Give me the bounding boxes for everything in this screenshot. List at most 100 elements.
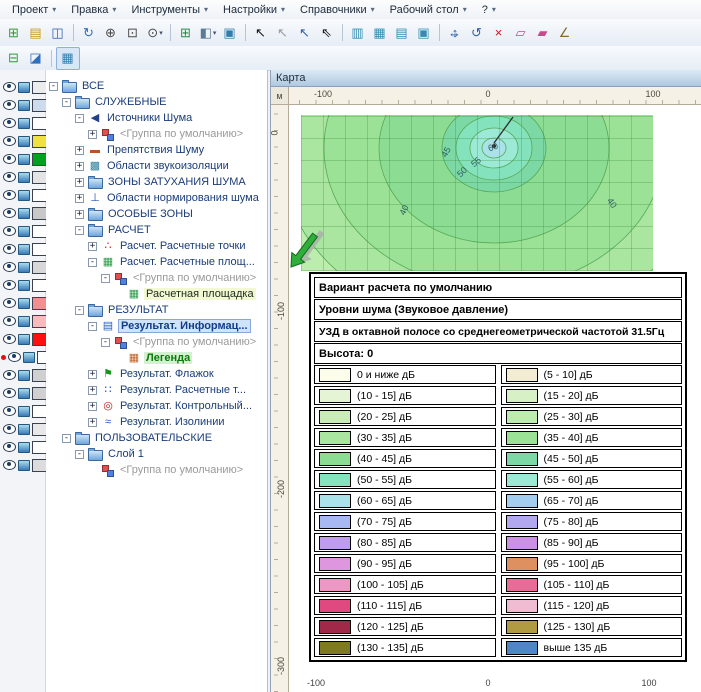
map-canvas[interactable]: 60 55 50 45 40 40 Вариант расчета по умо… — [289, 105, 701, 692]
print-layer-icon[interactable] — [18, 298, 30, 309]
new-document-icon[interactable]: ⊞ — [3, 22, 25, 43]
tree-item[interactable]: ▦ Расчетная площадка — [46, 286, 267, 302]
tree-item[interactable]: - <Группа по умолчанию> — [46, 334, 267, 350]
add-object-icon[interactable]: ⊞ — [175, 22, 197, 43]
print-layer-icon[interactable] — [18, 100, 30, 111]
print-layer-icon[interactable] — [18, 172, 30, 183]
menu-item[interactable]: Правка — [64, 2, 124, 18]
duplicate-object-icon[interactable]: ▦ — [369, 22, 391, 43]
print-layer-icon[interactable] — [18, 244, 30, 255]
menu-item[interactable]: Настройки — [216, 2, 293, 18]
tree-item[interactable]: - СЛУЖЕБНЫЕ — [46, 94, 267, 110]
tree-item[interactable]: + ЗОНЫ ЗАТУХАНИЯ ШУМА — [46, 174, 267, 190]
print-layer-icon[interactable] — [18, 136, 30, 147]
tree-item[interactable]: - ВСЕ — [46, 78, 267, 94]
tree-expander[interactable]: + — [88, 418, 97, 427]
rotate-object-icon[interactable]: ↺ — [466, 22, 488, 43]
tree-expander[interactable]: - — [101, 338, 110, 347]
menu-item[interactable]: Справочники — [293, 2, 383, 18]
visibility-eye-icon[interactable] — [3, 442, 16, 452]
tree-item[interactable]: - <Группа по умолчанию> — [46, 270, 267, 286]
style-picker-icon[interactable]: ◧ ▾ — [197, 22, 219, 43]
tree-expander[interactable]: + — [88, 242, 97, 251]
tree-item[interactable]: + ⊥ Области нормирования шума — [46, 190, 267, 206]
open-document-icon[interactable]: ▤ — [25, 22, 47, 43]
delete-object-icon[interactable]: × — [488, 22, 510, 43]
print-layer-icon[interactable] — [18, 406, 30, 417]
views-icon[interactable]: ▣ — [219, 22, 241, 43]
tree-expander[interactable]: + — [88, 130, 97, 139]
tree-item[interactable]: + ∴ Расчет. Расчетные точки — [46, 238, 267, 254]
measure-icon[interactable]: ∠ — [554, 22, 576, 43]
tree-expander[interactable]: - — [75, 450, 84, 459]
tree-item[interactable]: - РЕЗУЛЬТАТ — [46, 302, 267, 318]
visibility-eye-icon[interactable] — [3, 280, 16, 290]
tree-item[interactable]: + ⚑ Результат. Флажок — [46, 366, 267, 382]
save-icon[interactable]: ◫ — [47, 22, 69, 43]
visibility-eye-icon[interactable] — [3, 100, 16, 110]
visibility-eye-icon[interactable] — [3, 172, 16, 182]
refresh-icon[interactable]: ↻ — [78, 22, 100, 43]
eraser-icon[interactable]: ◪ — [25, 48, 47, 69]
visibility-eye-icon[interactable] — [3, 190, 16, 200]
tree-expander[interactable]: + — [75, 194, 84, 203]
tree-expander[interactable]: + — [75, 210, 84, 219]
visibility-eye-icon[interactable] — [3, 136, 16, 146]
tree-expander[interactable]: + — [88, 370, 97, 379]
print-layer-icon[interactable] — [18, 280, 30, 291]
tree-item[interactable]: - ◀ Источники Шума — [46, 110, 267, 126]
tree-expander[interactable]: + — [88, 386, 97, 395]
visibility-eye-icon[interactable] — [3, 316, 16, 326]
align-objects-icon[interactable]: ▣ — [413, 22, 435, 43]
menu-item[interactable]: Рабочий стол — [383, 2, 475, 18]
tree-expander[interactable]: + — [75, 146, 84, 155]
node-edit-cursor-icon[interactable]: ↖ — [294, 22, 316, 43]
tree-item[interactable]: - ▦ Расчет. Расчетные площ... — [46, 254, 267, 270]
tree-item[interactable]: + ◎ Результат. Контрольный... — [46, 398, 267, 414]
tree-item[interactable]: + ОСОБЫЕ ЗОНЫ — [46, 206, 267, 222]
visibility-eye-icon[interactable] — [3, 226, 16, 236]
print-layer-icon[interactable] — [18, 118, 30, 129]
tree-item[interactable]: + ≈ Результат. Изолинии — [46, 414, 267, 430]
multi-select-cursor-icon[interactable]: ⇖ — [316, 22, 338, 43]
tree-expander[interactable]: - — [49, 82, 58, 91]
zoom-in-icon[interactable]: ⊕ — [100, 22, 122, 43]
menu-item[interactable]: ? — [475, 2, 504, 18]
visibility-eye-icon[interactable] — [3, 424, 16, 434]
tree-expander[interactable]: + — [88, 402, 97, 411]
select-cursor-icon[interactable]: ↖ — [250, 22, 272, 43]
visibility-eye-icon[interactable] — [3, 406, 16, 416]
visibility-eye-icon[interactable] — [3, 298, 16, 308]
visibility-eye-icon[interactable] — [3, 370, 16, 380]
visibility-eye-icon[interactable] — [3, 388, 16, 398]
print-layer-icon[interactable] — [18, 370, 30, 381]
result-legend-table[interactable]: Вариант расчета по умолчанию Уровни шума… — [309, 272, 687, 662]
print-layer-icon[interactable] — [18, 316, 30, 327]
tree-expander[interactable]: + — [75, 162, 84, 171]
tree-item[interactable]: - ПОЛЬЗОВАТЕЛЬСКИЕ — [46, 430, 267, 446]
print-layer-icon[interactable] — [18, 190, 30, 201]
noise-contour-map[interactable] — [301, 115, 653, 271]
tree-expander[interactable]: + — [75, 178, 84, 187]
move-object-icon[interactable]: ↔ ↕ — [444, 22, 466, 43]
tree-expander[interactable]: - — [75, 306, 84, 315]
print-layer-icon[interactable] — [18, 154, 30, 165]
zoom-mode-icon[interactable]: ⊙ ▾ — [144, 22, 166, 43]
menu-item[interactable]: Проект — [5, 2, 64, 18]
tree-expander[interactable]: - — [88, 322, 97, 331]
print-layer-icon[interactable] — [18, 388, 30, 399]
tree-expander[interactable]: - — [62, 434, 71, 443]
print-layer-icon[interactable] — [23, 352, 35, 363]
tree-item[interactable]: ▦ Легенда — [46, 350, 267, 366]
tree-expander[interactable]: - — [75, 114, 84, 123]
visibility-eye-icon[interactable] — [3, 262, 16, 272]
print-layer-icon[interactable] — [18, 226, 30, 237]
print-layer-icon[interactable] — [18, 334, 30, 345]
tree-expander[interactable]: - — [101, 274, 110, 283]
tree-item[interactable]: - Слой 1 — [46, 446, 267, 462]
tree-expander[interactable]: - — [88, 258, 97, 267]
zoom-region-icon[interactable]: ⊡ — [122, 22, 144, 43]
tree-item[interactable]: + ▩ Области звукоизоляции — [46, 158, 267, 174]
layers-panel-icon[interactable]: ▦ — [56, 47, 80, 70]
visibility-eye-icon[interactable] — [3, 244, 16, 254]
